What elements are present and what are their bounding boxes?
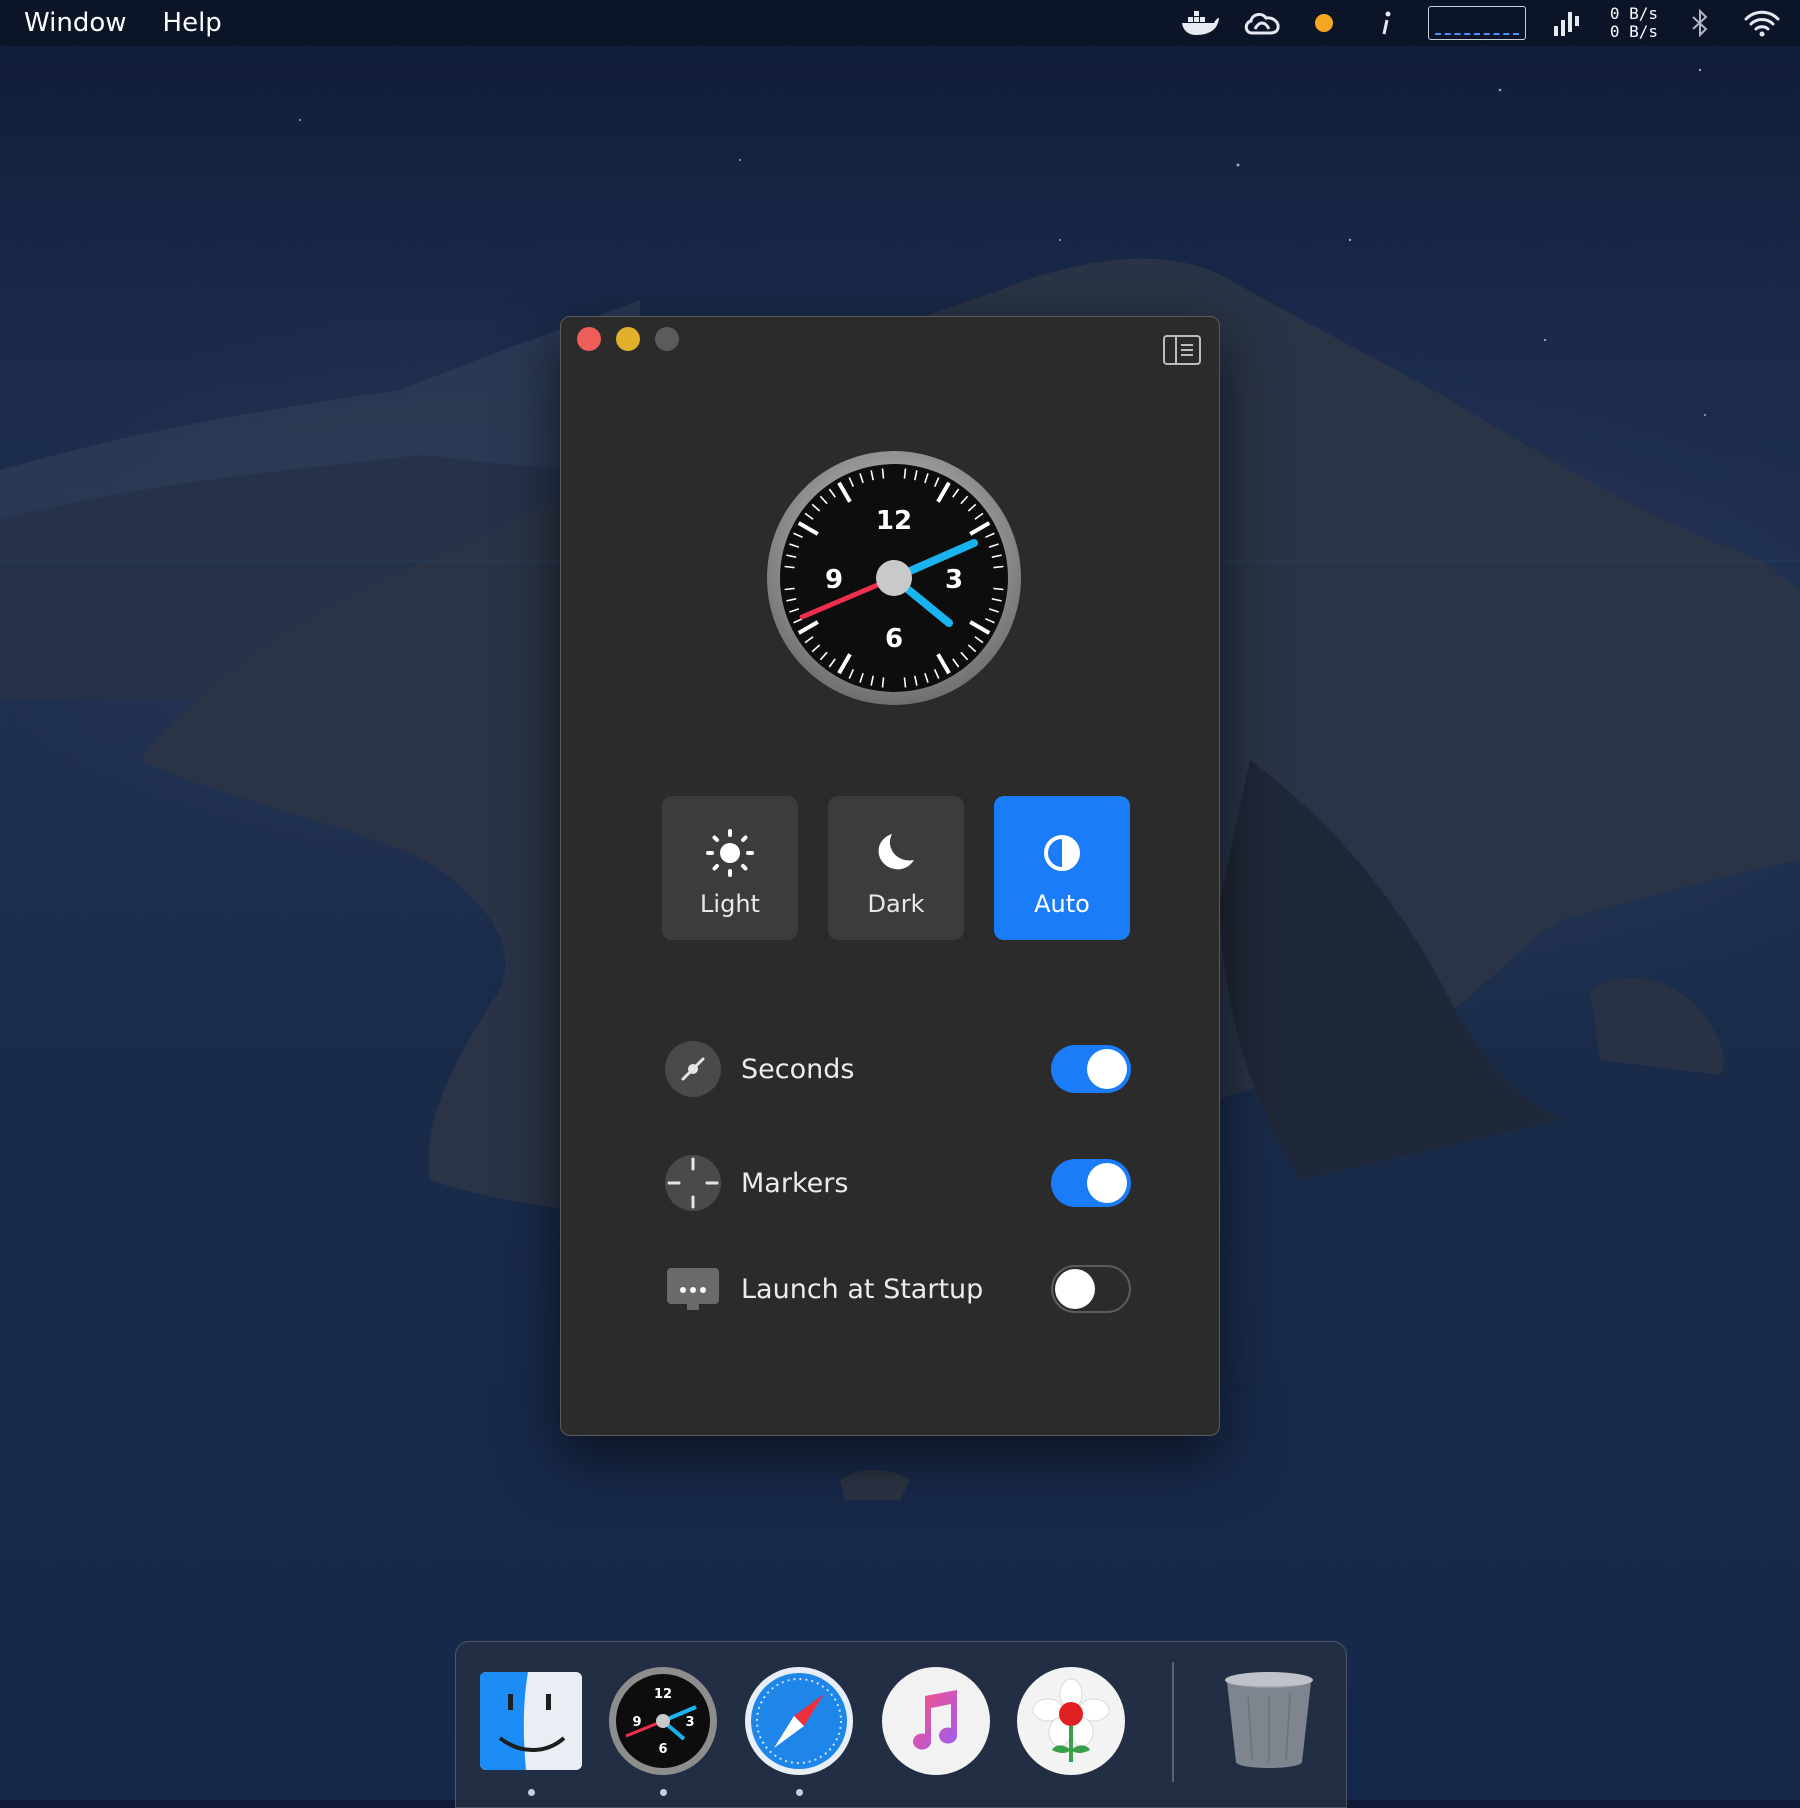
- svg-text:3: 3: [685, 1715, 694, 1730]
- option-markers: Markers: [665, 1153, 1131, 1213]
- app-window: 12 3 6 9 Light Dark Auto Seconds Markers…: [560, 316, 1220, 1436]
- sun-icon: [705, 829, 755, 877]
- safari-icon[interactable]: [744, 1666, 854, 1776]
- theme-auto-label: Auto: [1034, 890, 1090, 918]
- network-graph-icon[interactable]: [1427, 6, 1526, 40]
- music-icon[interactable]: [881, 1666, 991, 1776]
- seconds-label: Seconds: [741, 1053, 855, 1085]
- clock-tick: [903, 677, 907, 688]
- creative-cloud-icon[interactable]: [1242, 8, 1282, 38]
- status-area: 0 B/s 0 B/s: [1180, 0, 1782, 46]
- numeral-6: 6: [885, 624, 903, 654]
- startup-display-icon: [665, 1261, 721, 1317]
- moon-icon: [874, 830, 918, 876]
- bluetooth-icon[interactable]: [1680, 8, 1720, 38]
- clock-tick: [784, 565, 795, 569]
- wifi-icon[interactable]: [1742, 8, 1782, 38]
- signal-bars-icon[interactable]: [1548, 8, 1588, 38]
- zoom-button[interactable]: [655, 327, 679, 351]
- seconds-toggle[interactable]: [1051, 1045, 1131, 1093]
- menu-window[interactable]: Window: [24, 8, 127, 38]
- clock-tick: [993, 587, 1004, 591]
- clock-app-icon[interactable]: 12 3 6 9: [608, 1666, 718, 1776]
- seconds-hand-icon: [665, 1041, 721, 1097]
- option-seconds: Seconds: [665, 1039, 1131, 1099]
- theme-light-button[interactable]: Light: [662, 796, 798, 940]
- clock-running-indicator: [660, 1789, 667, 1796]
- numeral-12: 12: [876, 506, 912, 536]
- safari-running-indicator: [796, 1789, 803, 1796]
- network-speed[interactable]: 0 B/s 0 B/s: [1610, 5, 1658, 41]
- sidebar-toggle-icon[interactable]: [1163, 335, 1201, 365]
- clock-tick: [784, 587, 795, 591]
- info-icon[interactable]: [1366, 8, 1406, 38]
- theme-auto-button[interactable]: Auto: [994, 796, 1130, 940]
- markers-icon: [665, 1155, 721, 1211]
- net-up: 0 B/s: [1609, 4, 1658, 23]
- numeral-9: 9: [825, 565, 843, 595]
- markers-label: Markers: [741, 1167, 849, 1199]
- window-controls: [577, 327, 679, 351]
- clock-tick: [993, 565, 1004, 569]
- dock: 12 3 6 9: [455, 1641, 1347, 1808]
- markers-toggle[interactable]: [1051, 1159, 1131, 1207]
- dock-separator: [1172, 1662, 1174, 1782]
- theme-selector: Light Dark Auto: [662, 796, 1130, 940]
- theme-dark-button[interactable]: Dark: [828, 796, 964, 940]
- svg-text:9: 9: [632, 1715, 641, 1730]
- option-launch-at-startup: Launch at Startup: [665, 1259, 1131, 1319]
- half-circle-icon: [1042, 830, 1082, 876]
- flower-app-icon[interactable]: [1016, 1666, 1126, 1776]
- theme-light-label: Light: [700, 890, 760, 918]
- menu-help[interactable]: Help: [163, 8, 222, 38]
- finder-icon[interactable]: [476, 1666, 586, 1776]
- trash-icon[interactable]: [1214, 1666, 1324, 1776]
- launch-at-startup-label: Launch at Startup: [741, 1273, 984, 1305]
- minimize-button[interactable]: [616, 327, 640, 351]
- numeral-3: 3: [945, 565, 963, 595]
- theme-dark-label: Dark: [867, 890, 925, 918]
- clock-tick: [881, 677, 885, 688]
- net-down: 0 B/s: [1609, 22, 1658, 41]
- menu-bar: Window Help 0 B/s 0 B/s: [0, 0, 1800, 46]
- clock-face: 12 3 6 9: [767, 451, 1021, 705]
- close-button[interactable]: [577, 327, 601, 351]
- svg-text:6: 6: [658, 1742, 667, 1757]
- finder-running-indicator: [528, 1789, 535, 1796]
- launch-at-startup-toggle[interactable]: [1051, 1265, 1131, 1313]
- orange-dot-icon[interactable]: [1304, 8, 1344, 38]
- svg-text:12: 12: [654, 1687, 672, 1702]
- clock-tick: [881, 468, 885, 479]
- docker-icon[interactable]: [1180, 8, 1220, 38]
- clock-tick: [903, 468, 907, 479]
